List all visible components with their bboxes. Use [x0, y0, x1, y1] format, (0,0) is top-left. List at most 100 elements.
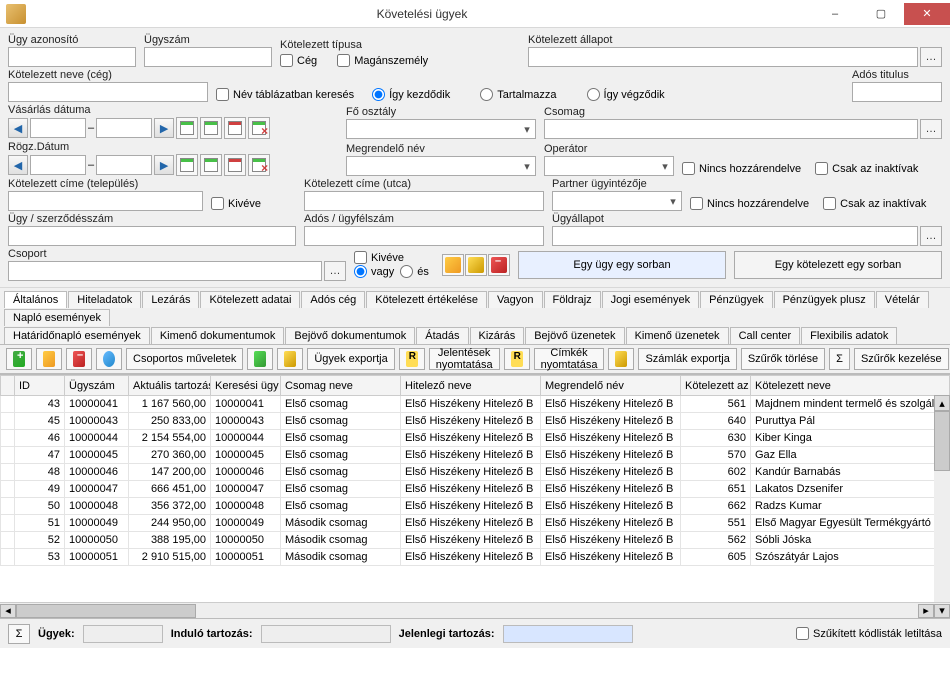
es-radio[interactable]: és	[400, 265, 429, 278]
sigma-status-button[interactable]: Σ	[8, 624, 30, 644]
tab-napló-események[interactable]: Napló események	[4, 309, 110, 326]
csomag-input[interactable]	[544, 119, 918, 139]
csak-inaktivak-checkbox[interactable]: Csak az inaktívak	[815, 162, 918, 175]
column-header[interactable]: Megrendelő név	[541, 376, 681, 396]
tab-kimenő-dokumentumok[interactable]: Kimenő dokumentumok	[151, 327, 285, 344]
csak-inaktivak2-checkbox[interactable]: Csak az inaktívak	[823, 197, 926, 210]
cal2-3-button[interactable]	[224, 154, 246, 176]
tab-call-center[interactable]: Call center	[730, 327, 801, 344]
table-row[interactable]: 4810000046147 200,0010000046Első csomagE…	[1, 464, 950, 481]
csoportos-button[interactable]: Csoportos műveletek	[126, 348, 243, 370]
kotelezett-cime-utca-input[interactable]	[304, 191, 544, 211]
edit-button[interactable]	[36, 348, 62, 370]
tab-hiteladatok[interactable]: Hiteladatok	[68, 291, 141, 308]
tab-lezárás[interactable]: Lezárás	[142, 291, 199, 308]
csomag-lookup[interactable]: …	[920, 119, 942, 139]
delete-button[interactable]	[66, 348, 92, 370]
szukitett-checkbox[interactable]: Szűkített kódlisták letiltása	[796, 627, 942, 640]
table-row[interactable]: 5110000049244 950,0010000049Második csom…	[1, 515, 950, 532]
maximize-button[interactable]: ▢	[858, 3, 904, 25]
kotelezett-neve-input[interactable]	[8, 82, 208, 102]
table-row[interactable]: 43100000411 167 560,0010000041Első csoma…	[1, 396, 950, 413]
csoport-input[interactable]	[8, 261, 322, 281]
szurok-torlese-button[interactable]: Szűrők törlése	[741, 348, 825, 370]
vasarlas-to-input[interactable]	[96, 118, 152, 138]
kiveve-checkbox[interactable]: Kivéve	[211, 197, 261, 210]
table-row[interactable]: 4510000043250 833,0010000043Első csomagE…	[1, 413, 950, 430]
ugyek-export-button[interactable]: Ügyek exportja	[307, 348, 394, 370]
tab-kimenő-üzenetek[interactable]: Kimenő üzenetek	[626, 327, 729, 344]
megrendelo-nev-select[interactable]: ▾	[346, 156, 536, 176]
kotelezett-allapot-lookup[interactable]: …	[920, 47, 942, 67]
data-grid[interactable]: IDÜgyszámAktuális tartozásKeresési ügyCs…	[0, 374, 950, 602]
maganszemely-checkbox[interactable]: Magánszemély	[337, 54, 428, 67]
add-button[interactable]	[6, 348, 32, 370]
ugy-azonosito-input[interactable]	[8, 47, 136, 67]
ugy-szerzodeszam-input[interactable]	[8, 226, 296, 246]
cimkek-button[interactable]: Címkék nyomtatása	[534, 348, 605, 370]
szurok-kezelese-button[interactable]: Szűrők kezelése	[854, 348, 949, 370]
table-row[interactable]: 53100000512 910 515,0010000051Második cs…	[1, 549, 950, 566]
cal3-button[interactable]	[224, 117, 246, 139]
sigma-button[interactable]: Σ	[829, 348, 850, 370]
igy-kezdodik-radio[interactable]: Így kezdődik	[372, 88, 450, 101]
refresh-button[interactable]	[96, 348, 122, 370]
scroll-up-button[interactable]: ▴	[934, 395, 950, 411]
cal-clear-button[interactable]	[248, 117, 270, 139]
tab-bejövő-dokumentumok[interactable]: Bejövő dokumentumok	[285, 327, 415, 344]
tab-pénzügyek-plusz[interactable]: Pénzügyek plusz	[774, 291, 875, 308]
fo-osztaly-select[interactable]: ▾	[346, 119, 536, 139]
tab-kötelezett-értékelése[interactable]: Kötelezett értékelése	[366, 291, 487, 308]
scroll-right-button[interactable]: ▸	[918, 604, 934, 618]
tab-bejövő-üzenetek[interactable]: Bejövő üzenetek	[525, 327, 624, 344]
table-row[interactable]: 4910000047666 451,0010000047Első csomagE…	[1, 481, 950, 498]
table-row[interactable]: 4710000045270 360,0010000045Első csomagE…	[1, 447, 950, 464]
cal2-2-button[interactable]	[200, 154, 222, 176]
tab-flexibilis-adatok[interactable]: Flexibilis adatok	[801, 327, 897, 344]
del-csoport-button[interactable]	[488, 254, 510, 276]
column-header[interactable]: ID	[15, 376, 65, 396]
tab-adós-cég[interactable]: Adós cég	[301, 291, 365, 308]
ados-titulus-input[interactable]	[852, 82, 942, 102]
edit-csoport-button[interactable]	[442, 254, 464, 276]
table-row[interactable]: 5210000050388 195,0010000050Második csom…	[1, 532, 950, 549]
ugyallapot-input[interactable]	[552, 226, 918, 246]
szamlak-export-button[interactable]: Számlák exportja	[638, 348, 736, 370]
table-row[interactable]: 5010000048356 372,0010000048Első csomagE…	[1, 498, 950, 515]
cal2-clear-button[interactable]	[248, 154, 270, 176]
egy-ugy-sorban-button[interactable]: Egy ügy egy sorban	[518, 251, 726, 279]
vertical-scrollbar[interactable]: ▴	[934, 395, 950, 602]
tab-kötelezett-adatai[interactable]: Kötelezett adatai	[200, 291, 300, 308]
add-csoport-button[interactable]	[465, 254, 487, 276]
scroll-left-button[interactable]: ◂	[0, 604, 16, 618]
nincs-hozzarendelve2-checkbox[interactable]: Nincs hozzárendelve	[690, 197, 809, 210]
hscroll-thumb[interactable]	[16, 604, 196, 618]
nincs-hozzarendelve-checkbox[interactable]: Nincs hozzárendelve	[682, 162, 801, 175]
column-header[interactable]: Kötelezett neve	[751, 376, 950, 396]
nev-tablazatban-checkbox[interactable]: Név táblázatban keresés	[216, 88, 354, 101]
rogz-from-input[interactable]	[30, 155, 86, 175]
close-button[interactable]: ✕	[904, 3, 950, 25]
tab-pénzügyek[interactable]: Pénzügyek	[700, 291, 772, 308]
date-next-button[interactable]: ▶	[154, 118, 174, 138]
vasarlas-from-input[interactable]	[30, 118, 86, 138]
box2-button[interactable]	[608, 348, 634, 370]
csoport-kiveve-checkbox[interactable]: Kivéve	[354, 251, 434, 264]
tartalmazza-radio[interactable]: Tartalmazza	[480, 88, 556, 101]
operator-select[interactable]: ▾	[544, 156, 674, 176]
box-button[interactable]	[277, 348, 303, 370]
partner-ugyintezo-select[interactable]: ▾	[552, 191, 682, 211]
column-header[interactable]: Ügyszám	[65, 376, 129, 396]
cal2-button[interactable]	[200, 117, 222, 139]
igy-vegzodik-radio[interactable]: Így végződik	[587, 88, 665, 101]
egy-kotelezett-sorban-button[interactable]: Egy kötelezett egy sorban	[734, 251, 942, 279]
scroll-down-button[interactable]: ▾	[934, 604, 950, 618]
table-row[interactable]: 46100000442 154 554,0010000044Első csoma…	[1, 430, 950, 447]
ceg-checkbox[interactable]: Cég	[280, 54, 317, 67]
date2-prev-button[interactable]: ◀	[8, 155, 28, 175]
tab-átadás[interactable]: Átadás	[416, 327, 468, 344]
column-header[interactable]: Hitelező neve	[401, 376, 541, 396]
cal1-button[interactable]	[176, 117, 198, 139]
ugyszam-input[interactable]	[144, 47, 272, 67]
tab-határidőnapló-események[interactable]: Határidőnapló események	[4, 327, 150, 344]
